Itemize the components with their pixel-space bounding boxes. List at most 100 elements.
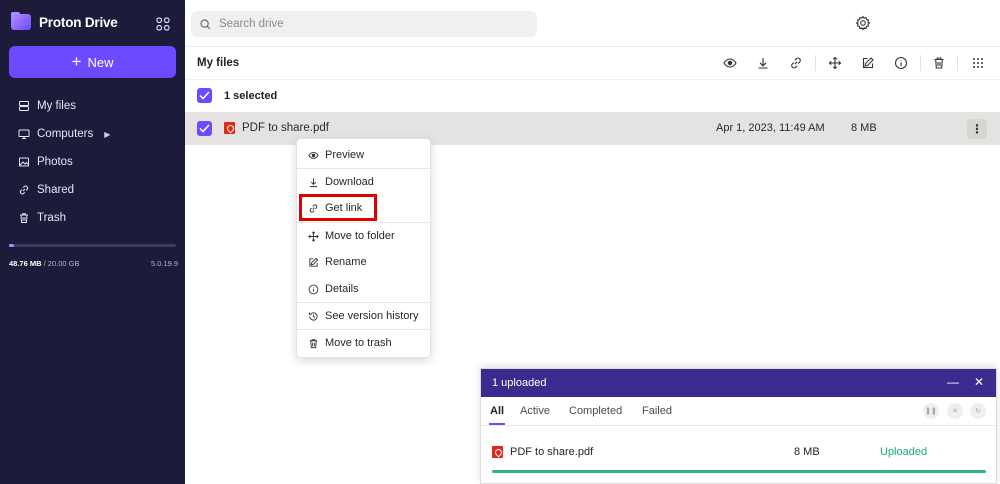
menu-item-preview[interactable]: Preview [297, 142, 430, 168]
toolbar-divider [815, 55, 816, 71]
row-checkbox[interactable] [197, 121, 212, 136]
storage-used: 48.76 MB [9, 259, 42, 268]
pdf-file-icon [224, 122, 235, 134]
page-title: My files [197, 57, 240, 69]
sidebar-item-trash[interactable]: Trash [0, 204, 185, 232]
upload-progress-bar [492, 470, 986, 473]
upload-panel-header: 1 uploaded — ✕ [481, 369, 996, 397]
info-icon[interactable] [894, 56, 908, 70]
grid-view-icon[interactable] [971, 56, 985, 70]
storage-total: 20.00 GB [47, 259, 80, 268]
app-version: 5.0.19.9 [151, 259, 179, 268]
menu-item-rename[interactable]: Rename [297, 249, 430, 275]
sidebar-item-label: Computers [37, 128, 94, 140]
search-box[interactable] [191, 11, 537, 37]
image-icon [19, 157, 29, 167]
toolbar-divider [920, 55, 921, 71]
file-size: 8 MB [851, 122, 877, 134]
tab-completed[interactable]: Completed [569, 405, 622, 417]
search-input[interactable] [219, 18, 519, 30]
monitor-icon [18, 129, 30, 139]
cancel-icon[interactable]: ✕ [947, 403, 963, 419]
new-button-label: New [87, 54, 114, 70]
selected-count: 1 selected [224, 90, 278, 102]
menu-item-label: Preview [325, 149, 365, 161]
trash-icon[interactable] [932, 56, 946, 70]
upload-tabs: All Active Completed Failed ❚❚ ✕ ↻ [481, 397, 996, 426]
proton-drive-logo-icon [11, 12, 31, 30]
preview-eye-icon[interactable] [723, 56, 737, 70]
selection-header: 1 selected [185, 80, 1000, 112]
menu-item-label: Download [325, 176, 374, 188]
topbar [185, 0, 1000, 47]
sidebar-item-label: Trash [37, 212, 66, 224]
menu-item-label: Move to trash [325, 337, 392, 349]
file-name: PDF to share.pdf [242, 122, 329, 134]
menu-item-download[interactable]: Download [297, 169, 430, 195]
sidebar-item-computers[interactable]: Computers ▶ [0, 120, 185, 148]
checkmark-icon [199, 124, 210, 133]
menu-item-version-history[interactable]: See version history [297, 303, 430, 329]
menu-item-label: Move to folder [325, 230, 395, 242]
get-link-highlight-box [299, 194, 377, 221]
eye-icon [308, 151, 319, 159]
menu-item-move-to-trash[interactable]: Move to trash [297, 330, 430, 356]
storage-usage-text: 48.76 MB / 20.00 GB [9, 259, 80, 268]
sidebar-item-label: Shared [37, 184, 75, 196]
upload-status: Uploaded [880, 446, 928, 458]
upload-file-name: PDF to share.pdf [510, 446, 594, 458]
download-icon[interactable] [756, 56, 770, 70]
toolbar-divider [957, 55, 958, 71]
tab-all[interactable]: All [490, 405, 504, 417]
pencil-icon [309, 257, 319, 267]
link-icon[interactable] [789, 56, 803, 70]
pause-icon[interactable]: ❚❚ [923, 403, 939, 419]
files-toolbar: My files [185, 47, 1000, 80]
upload-panel-title: 1 uploaded [492, 377, 547, 389]
trash-icon [309, 338, 318, 348]
tab-active[interactable]: Active [520, 405, 550, 417]
app-name: Proton Drive [39, 14, 118, 30]
sidebar-item-photos[interactable]: Photos [0, 148, 185, 176]
pdf-file-icon [492, 446, 503, 458]
sidebar-item-my-files[interactable]: My files [0, 92, 185, 120]
brand[interactable]: Proton Drive [11, 12, 118, 30]
new-button[interactable]: + New [9, 46, 176, 78]
menu-item-details[interactable]: Details [297, 276, 430, 302]
sidebar: Proton Drive + New My files Computers ▶ … [0, 0, 185, 484]
move-icon [308, 230, 319, 242]
menu-item-label: See version history [325, 310, 419, 322]
close-icon[interactable]: ✕ [974, 375, 984, 389]
menu-item-label: Details [325, 283, 359, 295]
caret-right-icon[interactable]: ▶ [104, 130, 110, 139]
upload-progress-fill [492, 470, 986, 473]
more-options-button[interactable]: ⋮ [967, 119, 987, 139]
tab-failed[interactable]: Failed [642, 405, 672, 417]
sidebar-item-shared[interactable]: Shared [0, 176, 185, 204]
info-icon [308, 284, 319, 294]
retry-icon[interactable]: ↻ [970, 403, 986, 419]
sidebar-item-label: Photos [37, 156, 73, 168]
upload-file-size: 8 MB [794, 446, 820, 458]
trash-icon [20, 213, 28, 223]
checkmark-icon [199, 91, 210, 100]
select-all-checkbox[interactable] [197, 88, 212, 103]
upload-item: PDF to share.pdf 8 MB Uploaded [481, 426, 996, 484]
download-icon [309, 177, 318, 187]
rename-pencil-icon[interactable] [861, 56, 875, 70]
move-icon[interactable] [828, 56, 842, 70]
minimize-icon[interactable]: — [947, 375, 959, 389]
sidebar-nav: My files Computers ▶ Photos Shared Trash [0, 92, 185, 232]
settings-gear-icon[interactable] [855, 15, 871, 31]
upload-panel: 1 uploaded — ✕ All Active Completed Fail… [480, 368, 997, 484]
kebab-menu-icon: ⋮ [971, 122, 983, 136]
menu-item-move-to-folder[interactable]: Move to folder [297, 223, 430, 249]
file-modified: Apr 1, 2023, 11:49 AM [716, 122, 825, 134]
app-switcher-icon[interactable] [156, 17, 170, 31]
link-icon [19, 185, 29, 195]
storage-progress-fill [9, 244, 14, 247]
active-tab-indicator [489, 423, 505, 425]
storage-progress-bar [9, 244, 176, 247]
search-icon [200, 18, 211, 29]
server-icon [19, 101, 29, 111]
